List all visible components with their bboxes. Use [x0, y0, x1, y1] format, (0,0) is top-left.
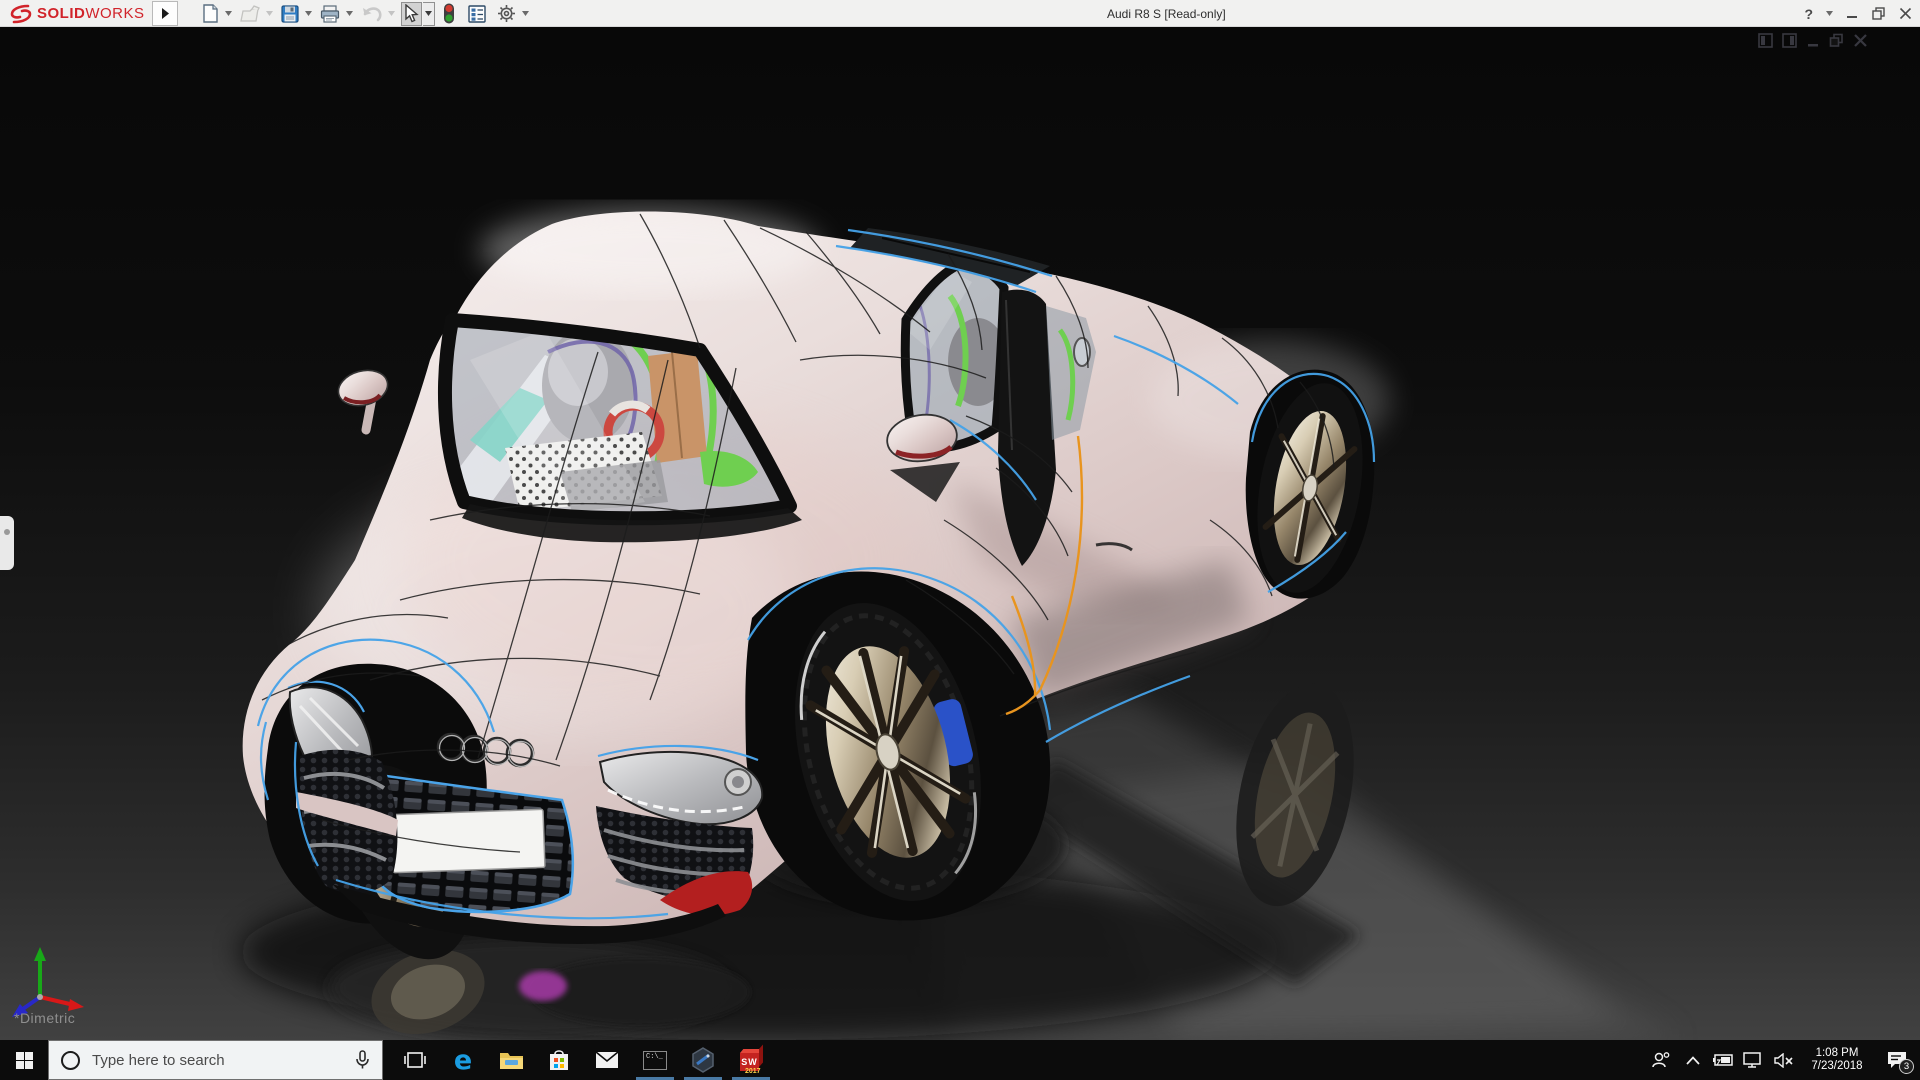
tray-time: 1:08 PM — [1815, 1047, 1859, 1059]
traffic-light-icon — [444, 3, 454, 24]
windows-logo-icon — [15, 1051, 33, 1069]
volume-muted-icon — [1774, 1052, 1793, 1068]
tray-date: 7/23/2018 — [1811, 1060, 1863, 1072]
open-button[interactable] — [238, 2, 262, 26]
solidworks-window: SOLID WORKS Audi R8 S [Read-only] ? *Dim… — [0, 0, 1920, 1080]
task-pane-button[interactable] — [466, 2, 488, 26]
people-button[interactable] — [1644, 1040, 1678, 1080]
model-canvas[interactable] — [0, 27, 1920, 1040]
undo-dropdown[interactable] — [385, 2, 397, 26]
cortana-icon — [61, 1050, 80, 1070]
save-button[interactable] — [279, 2, 301, 26]
network-display-icon — [1743, 1052, 1761, 1068]
view-orientation-label: *Dimetric — [14, 1010, 76, 1026]
graphics-viewport: *Dimetric — [0, 27, 1920, 1040]
document-window-controls — [1758, 33, 1868, 48]
chevron-up-icon — [1686, 1055, 1700, 1065]
options-dropdown[interactable] — [519, 2, 531, 26]
sw-cube-side — [759, 1044, 763, 1067]
task-view-icon — [404, 1052, 426, 1068]
edge-button[interactable]: e — [439, 1040, 487, 1080]
flyout-dot — [4, 529, 10, 535]
menu-expand-button[interactable] — [152, 1, 178, 26]
file-explorer-button[interactable] — [487, 1040, 535, 1080]
select-dropdown[interactable] — [423, 1, 435, 26]
help-button[interactable]: ? — [1804, 6, 1813, 22]
brand-text-light: WORKS — [85, 5, 145, 22]
minimize-button[interactable] — [1846, 7, 1859, 20]
notification-badge: 3 — [1899, 1059, 1914, 1074]
windows-taskbar: e — [0, 1040, 1920, 1080]
action-center-button[interactable]: 3 — [1874, 1040, 1920, 1080]
print-button[interactable] — [318, 2, 342, 26]
window-title: Audi R8 S [Read-only] — [1107, 7, 1226, 21]
mail-icon — [595, 1051, 619, 1068]
doc-minimize-icon[interactable] — [1806, 33, 1820, 48]
command-prompt-button[interactable]: C:\_ — [631, 1040, 679, 1080]
mail-button[interactable] — [583, 1040, 631, 1080]
expand-arrow-icon — [161, 8, 169, 19]
solidworks-app-icon: SW 2017 — [739, 1044, 763, 1075]
brand-text-bold: SOLID — [37, 5, 86, 22]
new-document-dropdown[interactable] — [222, 2, 234, 26]
volume-button[interactable] — [1768, 1040, 1800, 1080]
print-icon — [320, 4, 340, 23]
clock[interactable]: 1:08 PM 7/23/2018 — [1800, 1040, 1874, 1080]
open-dropdown[interactable] — [263, 2, 275, 26]
command-prompt-icon: C:\_ — [643, 1050, 667, 1070]
new-document-icon — [203, 4, 218, 23]
undo-arrow-icon — [363, 7, 382, 22]
store-icon — [550, 1050, 568, 1070]
solidworks-taskbar-button[interactable]: SW 2017 — [727, 1040, 775, 1080]
feature-panel-flyout-tab[interactable] — [0, 516, 14, 570]
coordinate-triad — [12, 947, 84, 1017]
properties-list-icon — [468, 4, 486, 23]
help-dropdown[interactable] — [1826, 11, 1833, 16]
taskbar-search[interactable] — [48, 1040, 383, 1080]
show-pane-2-icon[interactable] — [1782, 33, 1797, 48]
doc-close-icon[interactable] — [1853, 33, 1868, 48]
quick-access-toolbar — [200, 1, 535, 26]
edrawings-hexagon-icon — [692, 1047, 714, 1073]
rebuild-button[interactable] — [441, 2, 457, 26]
hidden-icons-button[interactable] — [1678, 1040, 1708, 1080]
titlebar: SOLID WORKS Audi R8 S [Read-only] ? — [0, 0, 1920, 27]
solidworks-logo: SOLID WORKS — [8, 3, 145, 24]
store-button[interactable] — [535, 1040, 583, 1080]
save-floppy-icon — [281, 4, 299, 23]
select-button[interactable] — [401, 1, 422, 26]
close-button[interactable] — [1899, 7, 1912, 20]
save-dropdown[interactable] — [302, 2, 314, 26]
microphone-icon[interactable] — [355, 1050, 370, 1070]
start-button[interactable] — [0, 1040, 48, 1080]
taskbar-icons: e C:\_ SW 2017 — [391, 1040, 775, 1080]
doc-restore-icon[interactable] — [1829, 33, 1844, 48]
battery-button[interactable] — [1708, 1040, 1738, 1080]
file-explorer-icon — [499, 1052, 523, 1069]
undo-button[interactable] — [359, 2, 384, 26]
system-tray: 1:08 PM 7/23/2018 3 — [1644, 1040, 1920, 1080]
search-input[interactable] — [92, 1051, 355, 1069]
options-button[interactable] — [495, 2, 518, 26]
people-icon — [1652, 1052, 1670, 1068]
task-view-button[interactable] — [391, 1040, 439, 1080]
battery-icon — [1713, 1054, 1733, 1066]
cmd-text: C:\_ — [646, 1052, 663, 1061]
window-controls: ? — [1804, 2, 1912, 25]
show-pane-icon[interactable] — [1758, 33, 1773, 48]
open-folder-icon — [240, 4, 260, 22]
print-dropdown[interactable] — [343, 2, 355, 26]
restore-button[interactable] — [1872, 7, 1886, 20]
edrawings-button[interactable] — [679, 1040, 727, 1080]
edge-icon: e — [453, 1044, 473, 1076]
new-document-button[interactable] — [200, 2, 221, 26]
solidworks-logo-icon — [10, 4, 32, 23]
select-cursor-icon — [405, 4, 419, 23]
network-button[interactable] — [1738, 1040, 1768, 1080]
sw-year-label: 2017 — [745, 1068, 761, 1075]
gear-icon — [498, 5, 515, 22]
